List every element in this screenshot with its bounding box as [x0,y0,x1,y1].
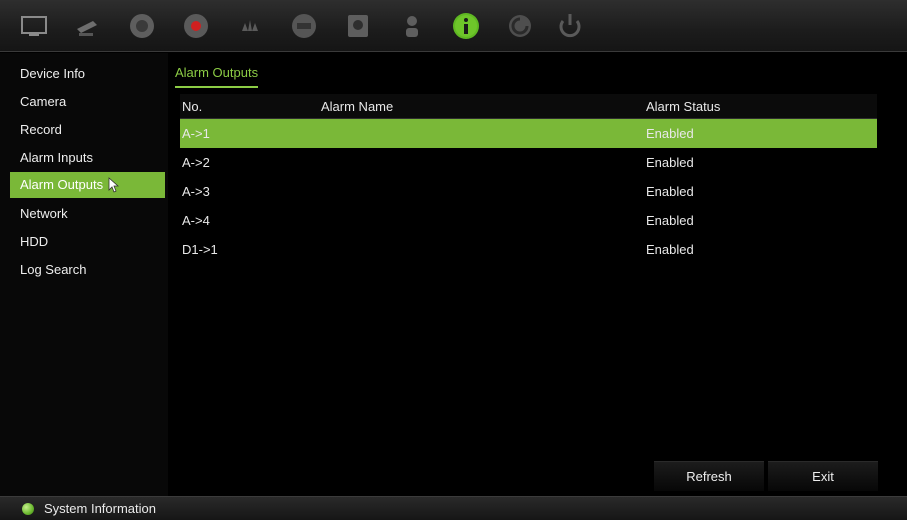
status-indicator-icon [22,503,34,515]
cell-no: A->1 [182,126,210,141]
table-row[interactable]: A->4 Enabled [180,206,877,235]
exit-button[interactable]: Exit [768,461,878,491]
user-icon[interactable] [394,9,430,43]
alarm-icon[interactable] [232,9,268,43]
column-header-alarm-status: Alarm Status [646,99,721,114]
info-icon[interactable] [448,9,484,43]
column-header-no: No. [182,99,203,114]
sidebar-item-alarm-inputs[interactable]: Alarm Inputs [10,145,165,171]
table-header: No. Alarm Name Alarm Status [180,94,877,119]
table-row[interactable]: A->1 Enabled [180,119,877,148]
sidebar-item-device-info[interactable]: Device Info [10,61,165,87]
refresh-button[interactable]: Refresh [654,461,764,491]
sidebar-item-label: Alarm Outputs [20,177,104,192]
main-panel: Alarm Outputs No. Alarm Name Alarm Statu… [168,53,907,496]
cell-alarm-status: Enabled [646,242,694,257]
cell-alarm-status: Enabled [646,184,694,199]
top-toolbar [0,0,907,52]
hdd-icon[interactable] [340,9,376,43]
column-header-alarm-name: Alarm Name [321,99,394,114]
cell-no: A->2 [182,155,210,170]
alarm-outputs-table: No. Alarm Name Alarm Status A->1 Enabled… [180,94,877,264]
status-bar: System Information [0,496,907,520]
status-text: System Information [44,501,156,516]
camera-icon[interactable] [70,9,106,43]
mouse-cursor-icon [108,177,120,193]
cell-no: A->3 [182,184,210,199]
table-row[interactable]: D1->1 Enabled [180,235,877,264]
sidebar-item-alarm-outputs[interactable]: Alarm Outputs [10,172,165,198]
playback-icon[interactable] [124,9,160,43]
cell-no: A->4 [182,213,210,228]
tab-alarm-outputs[interactable]: Alarm Outputs [175,65,259,88]
network-icon[interactable] [286,9,322,43]
cell-alarm-status: Enabled [646,213,694,228]
cell-alarm-status: Enabled [646,155,694,170]
table-row[interactable]: A->2 Enabled [180,148,877,177]
settings-icon[interactable] [502,9,538,43]
record-icon[interactable] [178,9,214,43]
sidebar-item-log-search[interactable]: Log Search [10,257,165,283]
power-icon[interactable] [552,9,588,43]
sidebar-item-hdd[interactable]: HDD [10,229,165,255]
button-bar: Refresh Exit [654,461,881,491]
table-row[interactable]: A->3 Enabled [180,177,877,206]
monitor-icon[interactable] [16,9,52,43]
sidebar-item-camera[interactable]: Camera [10,89,165,115]
sidebar-item-network[interactable]: Network [10,201,165,227]
cell-no: D1->1 [182,242,218,257]
sidebar: Device Info Camera Record Alarm Inputs A… [0,53,168,496]
cell-alarm-status: Enabled [646,126,694,141]
sidebar-item-record[interactable]: Record [10,117,165,143]
